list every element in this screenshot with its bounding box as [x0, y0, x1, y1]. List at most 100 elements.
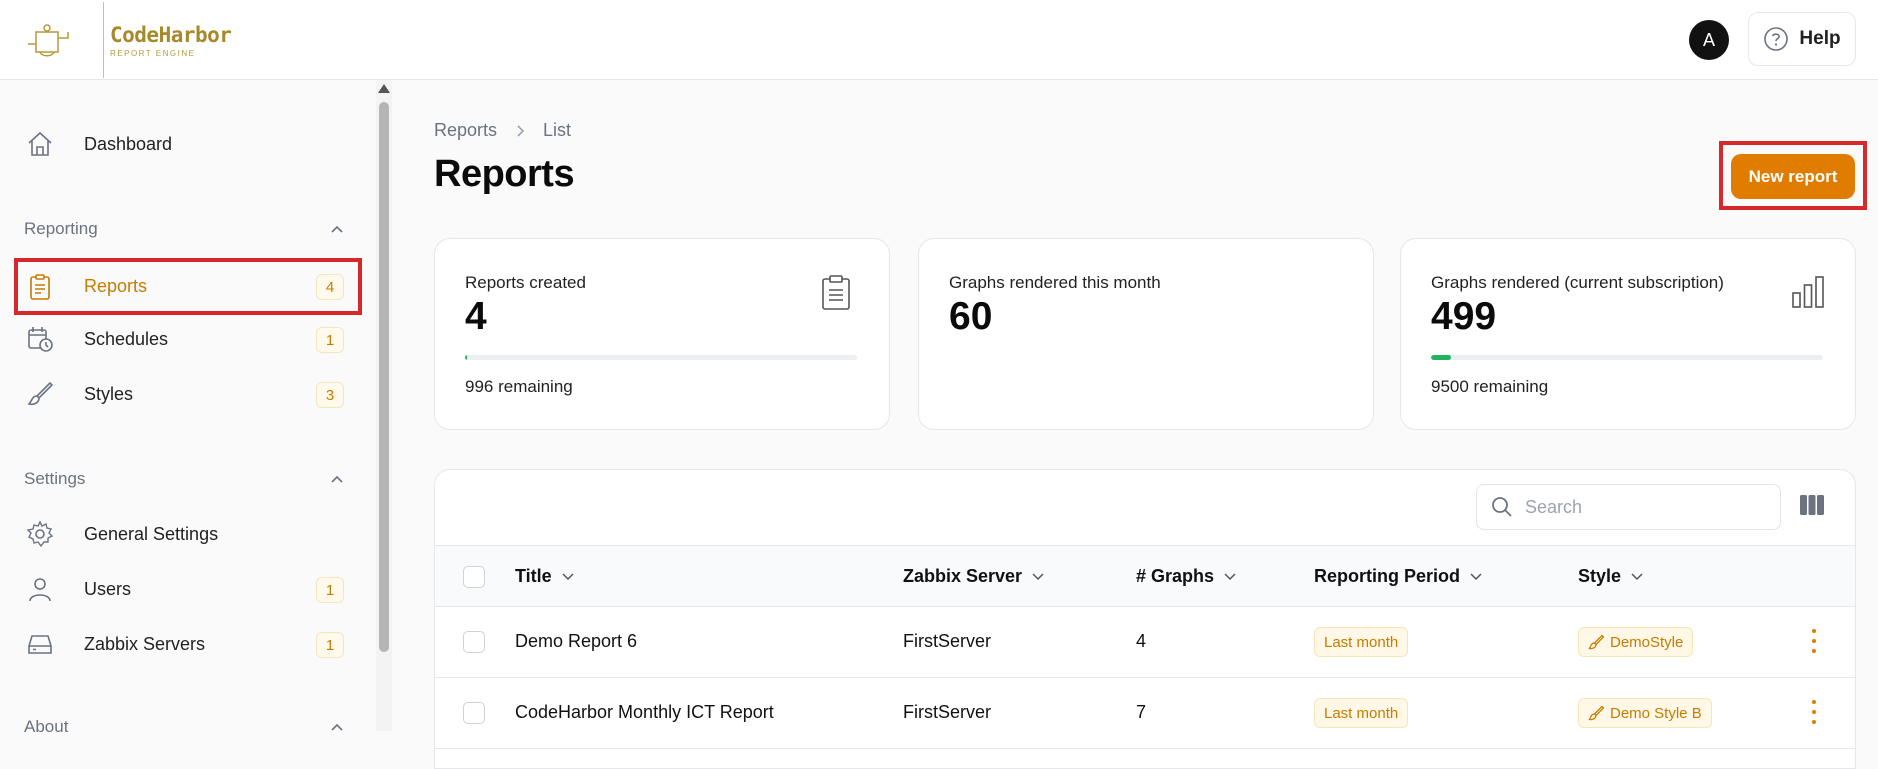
- table-row[interactable]: Demo Report 6 FirstServer 4 Last month D…: [435, 607, 1855, 678]
- sidebar-item-label: Schedules: [84, 328, 169, 349]
- brand-logo[interactable]: CodeHarbor REPORT ENGINE: [24, 2, 232, 78]
- chevron-right-icon: [517, 124, 525, 137]
- user-avatar[interactable]: A: [1689, 20, 1729, 60]
- brand-tagline: REPORT ENGINE: [110, 48, 196, 58]
- column-label: # Graphs: [1136, 566, 1215, 586]
- search-input[interactable]: [1525, 496, 1755, 518]
- breadcrumb-current: List: [543, 120, 572, 140]
- sidebar-item-label: Users: [84, 578, 132, 599]
- section-label: Reporting: [24, 219, 98, 238]
- column-label: Zabbix Server: [903, 566, 1023, 586]
- sidebar-scrollbar-thumb[interactable]: [379, 102, 389, 652]
- column-header-graphs[interactable]: # Graphs: [1136, 566, 1236, 587]
- period-badge: Last month: [1314, 627, 1409, 657]
- sidebar-item-users[interactable]: Users 1: [14, 562, 362, 616]
- style-badge: DemoStyle: [1578, 627, 1694, 657]
- row-actions-menu-icon[interactable]: [1811, 629, 1817, 653]
- stat-progress-bar: [465, 355, 857, 360]
- user-icon: [26, 575, 54, 603]
- columns-toggle-icon[interactable]: [1799, 494, 1825, 518]
- row-checkbox[interactable]: [463, 702, 485, 724]
- search-box[interactable]: [1476, 484, 1781, 530]
- sidebar-item-schedules[interactable]: Schedules 1: [14, 312, 362, 366]
- sidebar-item-label: Zabbix Servers: [84, 633, 206, 654]
- bar-chart-icon: [1791, 275, 1825, 314]
- cell-title[interactable]: CodeHarbor Monthly ICT Report: [515, 702, 774, 723]
- stat-remaining: 9500 remaining: [1431, 377, 1549, 396]
- help-button[interactable]: Help: [1748, 12, 1856, 66]
- sidebar-item-general-settings[interactable]: General Settings: [14, 507, 362, 561]
- cell-server: FirstServer: [903, 702, 992, 722]
- sidebar-item-dashboard[interactable]: Dashboard: [14, 117, 362, 171]
- breadcrumb: Reports List: [434, 120, 571, 141]
- column-header-title[interactable]: Title: [515, 566, 574, 587]
- stat-card-graphs-month: Graphs rendered this month 60: [918, 238, 1374, 430]
- sidebar-item-reports[interactable]: Reports 4: [14, 258, 362, 315]
- style-label: DemoStyle: [1610, 633, 1684, 651]
- count-badge: 1: [316, 327, 344, 353]
- chevron-down-icon: [1631, 572, 1643, 580]
- new-report-button[interactable]: New report: [1731, 154, 1855, 199]
- table-row[interactable]: CodeHarbor Monthly ICT Report FirstServe…: [435, 678, 1855, 749]
- sidebar-item-label: Reports: [84, 276, 148, 296]
- column-label: Style: [1578, 566, 1622, 586]
- column-label: Title: [515, 566, 552, 586]
- page-title: Reports: [434, 153, 575, 195]
- server-icon: [26, 630, 54, 658]
- stat-value: 499: [1431, 295, 1497, 338]
- stat-value: 4: [465, 295, 487, 338]
- stat-remaining: 996 remaining: [465, 377, 573, 396]
- brush-icon: [1588, 705, 1604, 721]
- period-badge: Last month: [1314, 698, 1409, 728]
- sidebar-item-zabbix-servers[interactable]: Zabbix Servers 1: [14, 617, 362, 671]
- chevron-up-icon: [331, 475, 343, 483]
- count-badge: 1: [316, 577, 344, 603]
- cell-server: FirstServer: [903, 631, 992, 651]
- column-label: Reporting Period: [1314, 566, 1461, 586]
- home-icon: [26, 130, 54, 158]
- section-settings[interactable]: Settings: [24, 464, 344, 494]
- chevron-down-icon: [1032, 572, 1044, 580]
- sidebar-item-styles[interactable]: Styles 3: [14, 367, 362, 421]
- stat-progress-fill: [1431, 355, 1451, 360]
- stat-label: Graphs rendered this month: [949, 273, 1161, 292]
- top-bar: CodeHarbor REPORT ENGINE A Help: [0, 0, 1878, 80]
- calendar-clock-icon: [26, 325, 54, 353]
- stat-card-reports-created: Reports created 4 996 remaining: [434, 238, 890, 430]
- gear-icon: [26, 520, 54, 548]
- chevron-down-icon: [562, 572, 574, 580]
- cell-graphs: 7: [1136, 702, 1147, 722]
- select-all-checkbox[interactable]: [463, 566, 485, 588]
- reports-table-card: Title Zabbix Server # Graphs Reporting P…: [434, 469, 1856, 769]
- table-header: Title Zabbix Server # Graphs Reporting P…: [435, 545, 1855, 607]
- section-about[interactable]: About: [24, 712, 344, 742]
- clipboard-icon: [821, 275, 851, 316]
- stat-card-graphs-subscription: Graphs rendered (current subscription) 4…: [1400, 238, 1856, 430]
- help-icon: [1764, 27, 1789, 51]
- style-label: Demo Style B: [1610, 704, 1702, 722]
- stat-label: Graphs rendered (current subscription): [1431, 273, 1724, 292]
- brand-name: CodeHarbor: [110, 22, 232, 47]
- section-label: About: [24, 717, 69, 736]
- stat-label: Reports created: [465, 273, 586, 292]
- section-reporting[interactable]: Reporting: [24, 214, 344, 244]
- chevron-up-icon: [331, 225, 343, 233]
- brush-icon: [26, 380, 54, 408]
- cell-title[interactable]: Demo Report 6: [515, 631, 637, 652]
- column-header-server[interactable]: Zabbix Server: [903, 566, 1044, 587]
- search-icon: [1492, 497, 1512, 517]
- column-header-period[interactable]: Reporting Period: [1314, 566, 1482, 587]
- chevron-down-icon: [1224, 572, 1236, 580]
- section-label: Settings: [24, 469, 86, 488]
- column-header-style[interactable]: Style: [1578, 566, 1643, 587]
- sidebar-item-label: Styles: [84, 383, 134, 404]
- count-badge: 1: [316, 632, 344, 658]
- row-checkbox[interactable]: [463, 631, 485, 653]
- help-label: Help: [1799, 28, 1841, 49]
- scroll-up-arrow-icon[interactable]: [378, 84, 390, 93]
- sidebar-item-label: General Settings: [84, 523, 219, 544]
- row-actions-menu-icon[interactable]: [1811, 700, 1817, 724]
- stat-progress-fill: [465, 355, 467, 360]
- stat-progress-bar: [1431, 355, 1823, 360]
- breadcrumb-root[interactable]: Reports: [434, 120, 497, 141]
